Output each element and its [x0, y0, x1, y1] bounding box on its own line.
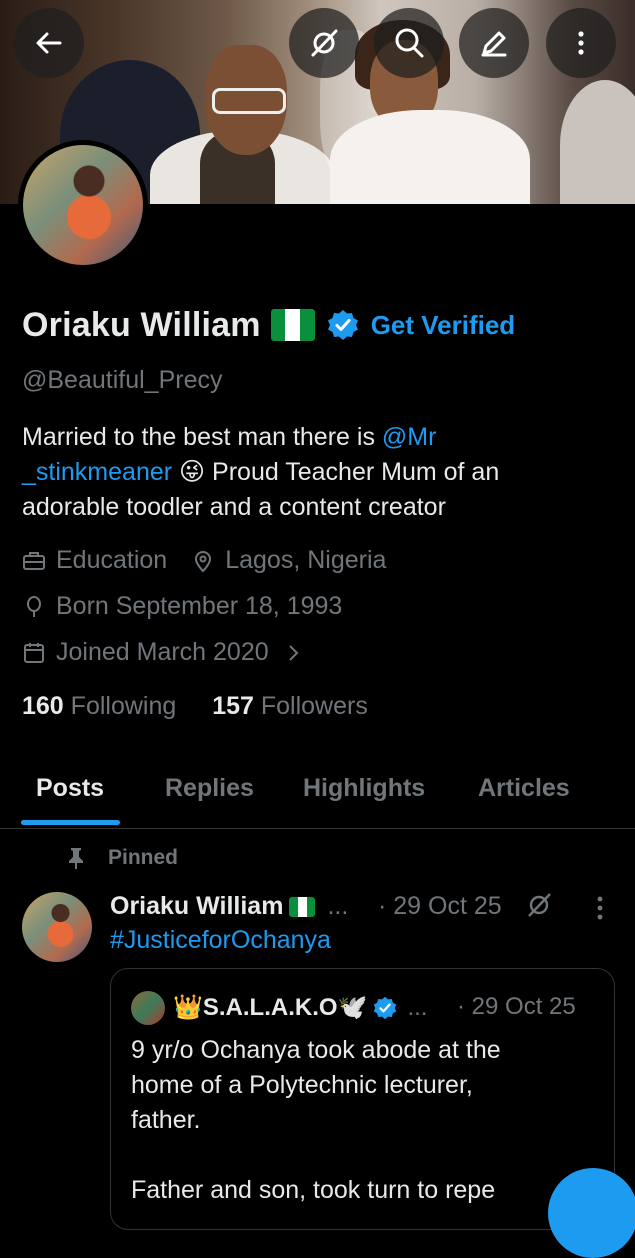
quoted-post-header: 👑S.A.L.A.K.O🕊️ ...: [173, 993, 427, 1022]
search-button[interactable]: [374, 8, 444, 78]
post-date[interactable]: · 29 Oct 25: [378, 892, 502, 921]
profile-location: Lagos, Nigeria: [225, 546, 387, 574]
pin-icon: [69, 848, 83, 869]
bio-mention-link[interactable]: _stinkmeaner: [22, 458, 172, 486]
quoted-post[interactable]: 👑S.A.L.A.K.O🕊️ ... · 29 Oct 25 9 yr/o Oc…: [110, 968, 615, 1230]
profile-birthday-row: Born September 18, 1993: [22, 592, 342, 621]
following-link[interactable]: 160 Following: [22, 692, 176, 720]
search-icon: [395, 28, 424, 58]
back-button[interactable]: [14, 8, 84, 78]
grok-button[interactable]: [289, 8, 359, 78]
quoted-post-date: · 29 Oct 25: [457, 993, 576, 1020]
edit-icon: [481, 31, 507, 57]
profile-category[interactable]: Education: [56, 546, 167, 575]
profile-joined-row[interactable]: Joined March 2020: [22, 638, 305, 667]
calendar-icon: [24, 642, 44, 663]
quoted-post-text: 9 yr/o Ochanya took abode at the home of…: [131, 1036, 501, 1204]
more-options-button[interactable]: [546, 8, 616, 78]
tab-replies[interactable]: Replies: [165, 774, 254, 803]
active-tab-indicator: [21, 820, 120, 825]
location-pin-icon: [195, 550, 212, 572]
profile-bio: Married to the best man there is @Mr _st…: [22, 423, 500, 521]
grok-icon: [311, 29, 338, 57]
get-verified-link[interactable]: Get Verified: [371, 310, 516, 341]
more-vertical-icon: [578, 31, 584, 55]
profile-avatar[interactable]: [18, 140, 148, 270]
quoted-author-ellipsis: ...: [407, 993, 428, 1021]
chevron-right-icon: [288, 644, 299, 661]
post-more-icon[interactable]: [586, 894, 614, 922]
bio-mention-link[interactable]: @Mr: [382, 423, 437, 451]
profile-tabs: Posts Replies Highlights Articles: [0, 762, 635, 829]
tab-highlights[interactable]: Highlights: [303, 774, 425, 803]
edit-button[interactable]: [459, 8, 529, 78]
quoted-author-avatar[interactable]: [131, 991, 165, 1025]
quoted-author-name: 👑S.A.L.A.K.O🕊️: [173, 994, 368, 1021]
pinned-label: Pinned: [66, 846, 178, 870]
profile-handle: @Beautiful_Precy: [22, 366, 223, 394]
grok-icon[interactable]: [524, 890, 554, 920]
tab-articles[interactable]: Articles: [478, 774, 570, 803]
profile-joined: Joined March 2020: [56, 638, 269, 666]
back-arrow-icon: [36, 32, 62, 54]
compose-post-button[interactable]: [548, 1168, 635, 1258]
balloon-icon: [27, 595, 41, 617]
post-author-name[interactable]: Oriaku William: [110, 892, 283, 921]
profile-name-row: Oriaku William Get Verified: [22, 300, 515, 350]
profile-birthday: Born September 18, 1993: [56, 592, 343, 620]
post-hashtag[interactable]: #JusticeforOchanya: [110, 926, 331, 955]
nigeria-flag-icon: [270, 309, 315, 341]
follow-counts: 160 Following 157 Followers: [22, 692, 368, 721]
followers-link[interactable]: 157 Followers: [212, 692, 368, 720]
banner-guest: [560, 80, 635, 204]
tab-posts[interactable]: Posts: [36, 774, 104, 803]
nigeria-flag-icon: [289, 896, 316, 917]
profile-meta-row: Education Lagos, Nigeria: [22, 546, 386, 575]
briefcase-icon: [23, 551, 45, 570]
profile-name: Oriaku William: [22, 305, 261, 344]
verified-badge-icon: [327, 310, 358, 340]
post-author-avatar[interactable]: [22, 892, 92, 962]
post-header: Oriaku William ...: [110, 892, 348, 921]
post-author-ellipsis: ...: [327, 892, 349, 920]
verified-badge-icon: [374, 996, 397, 1019]
